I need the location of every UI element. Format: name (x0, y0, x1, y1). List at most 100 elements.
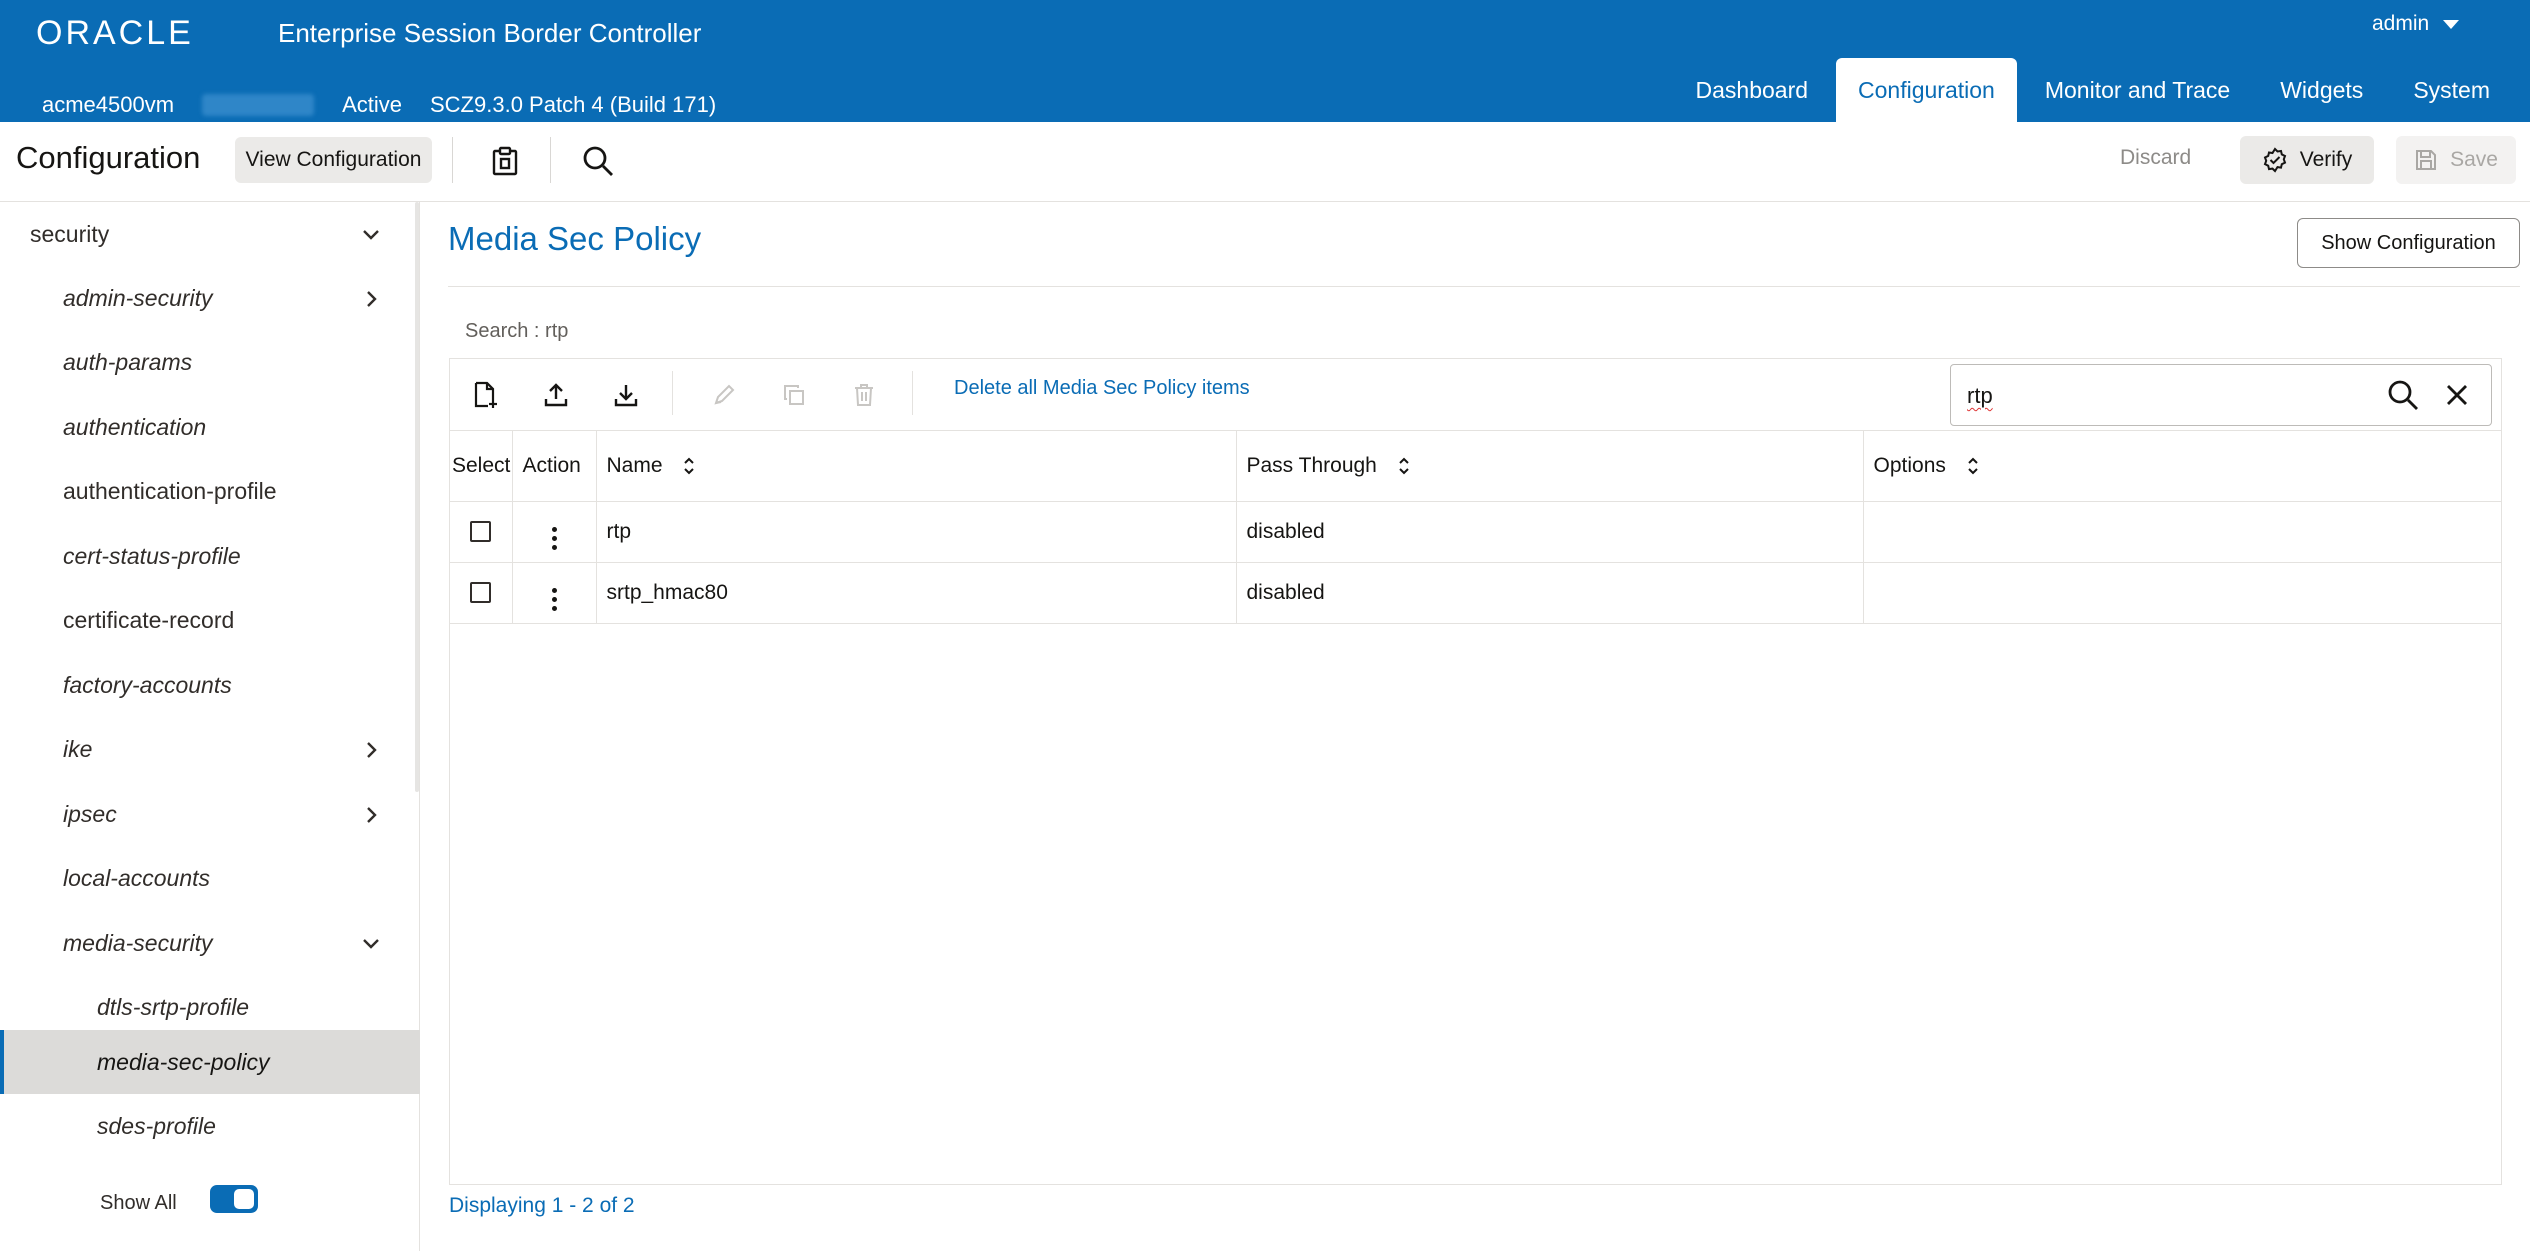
title-divider (448, 286, 2520, 287)
sort-icon[interactable] (1966, 455, 1980, 477)
main-content: Media Sec Policy Show Configuration Sear… (422, 202, 2530, 1251)
sidebar-item-media-security[interactable]: media-security (0, 911, 420, 975)
sidebar-item-label: factory-accounts (63, 671, 232, 698)
toolbar-divider (912, 371, 913, 415)
kebab-menu-icon[interactable] (551, 587, 557, 611)
user-name: admin (2372, 12, 2430, 35)
sort-icon[interactable] (682, 455, 696, 477)
pagination-status: Displaying 1 - 2 of 2 (449, 1194, 635, 1217)
column-pass-through[interactable]: Pass Through (1236, 431, 1864, 502)
column-label: Name (606, 453, 663, 477)
pass-through-cell: disabled (1236, 501, 1864, 563)
user-menu[interactable]: admin (2372, 12, 2460, 36)
table-header-row: Select Action Name Pass Through Options (450, 431, 2501, 502)
select-cell (450, 501, 513, 563)
tab-monitor-and-trace[interactable]: Monitor and Trace (2023, 58, 2252, 122)
section-title: Media Sec Policy (448, 220, 702, 257)
sidebar-item-label: security (30, 220, 110, 247)
main-nav: Dashboard Configuration Monitor and Trac… (1668, 58, 2530, 122)
chevron-right-icon (367, 291, 377, 307)
column-select: Select (450, 431, 513, 502)
sidebar-item-local-accounts[interactable]: local-accounts (0, 846, 420, 910)
verify-label: Verify (2299, 148, 2353, 171)
chevron-right-icon (367, 807, 377, 823)
action-cell (512, 501, 597, 563)
chevron-down-icon (2443, 19, 2460, 29)
delete-icon[interactable] (844, 375, 884, 415)
sidebar-item-label: authentication (63, 413, 207, 440)
gear-check-icon (2263, 147, 2286, 173)
sidebar-item-label: local-accounts (63, 864, 211, 891)
sort-icon[interactable] (1397, 455, 1411, 477)
verify-button[interactable]: Verify (2240, 136, 2374, 184)
tab-widgets[interactable]: Widgets (2258, 58, 2385, 122)
table-row[interactable]: rtp disabled (450, 501, 2501, 563)
show-configuration-button[interactable]: Show Configuration (2297, 218, 2520, 268)
table-search-input[interactable]: rtp (1950, 364, 2492, 426)
sidebar-item-cert-status-profile[interactable]: cert-status-profile (0, 524, 420, 588)
clear-icon[interactable] (2441, 379, 2473, 411)
duplicate-icon[interactable] (774, 375, 814, 415)
chevron-down-icon (363, 939, 379, 949)
search-value: rtp (1967, 383, 1993, 408)
sidebar-item-label: authentication-profile (63, 477, 277, 504)
sidebar-item-security[interactable]: security (0, 202, 420, 266)
pass-through-cell: disabled (1236, 562, 1864, 624)
sidebar-item-authentication[interactable]: authentication (0, 395, 420, 459)
save-button[interactable]: Save (2396, 136, 2516, 184)
delete-all-link[interactable]: Delete all Media Sec Policy items (954, 377, 1250, 400)
svg-text:ORACLE: ORACLE (36, 14, 194, 50)
column-options[interactable]: Options (1863, 431, 2501, 502)
row-checkbox[interactable] (470, 582, 492, 604)
sidebar-item-sdes-profile[interactable]: sdes-profile (0, 1094, 420, 1158)
discard-button[interactable]: Discard (2120, 146, 2191, 170)
sidebar-item-certificate-record[interactable]: certificate-record (0, 588, 420, 652)
sidebar-item-factory-accounts[interactable]: factory-accounts (0, 653, 420, 717)
column-name[interactable]: Name (596, 431, 1237, 502)
toolbar-divider (452, 137, 453, 183)
sidebar-item-ike[interactable]: ike (0, 717, 420, 781)
edit-icon[interactable] (704, 375, 744, 415)
options-cell (1863, 562, 2501, 624)
sidebar-item-ipsec[interactable]: ipsec (0, 782, 420, 846)
device-info: acme4500vm Active SCZ9.3.0 Patch 4 (Buil… (42, 92, 716, 118)
column-label: Pass Through (1246, 453, 1377, 477)
action-cell (512, 562, 597, 624)
view-configuration-button[interactable]: View Configuration (235, 137, 432, 183)
show-all-toggle[interactable] (210, 1185, 258, 1213)
add-icon[interactable] (466, 375, 506, 415)
show-all-label: Show All (100, 1192, 177, 1214)
sidebar-item-admin-security[interactable]: admin-security (0, 266, 420, 330)
sidebar-item-authentication-profile[interactable]: authentication-profile (0, 459, 420, 523)
hostname: acme4500vm (42, 92, 175, 117)
tab-dashboard[interactable]: Dashboard (1674, 58, 1831, 122)
search-breadcrumb: Search : rtp (465, 320, 569, 342)
table-row[interactable]: srtp_hmac80 disabled (450, 562, 2501, 624)
config-toolbar: Configuration View Configuration Discard… (0, 122, 2530, 202)
sidebar-item-auth-params[interactable]: auth-params (0, 330, 420, 394)
table-panel: Delete all Media Sec Policy items rtp Se… (449, 358, 2502, 1185)
toggle-knob (234, 1189, 254, 1209)
clipboard-icon[interactable] (485, 141, 525, 181)
options-cell (1863, 501, 2501, 563)
tab-system[interactable]: System (2391, 58, 2512, 122)
column-action: Action (512, 431, 597, 502)
kebab-menu-icon[interactable] (551, 526, 557, 550)
row-checkbox[interactable] (470, 521, 492, 543)
sidebar-item-label: media-sec-policy (97, 1048, 270, 1075)
device-status: Active (342, 92, 402, 117)
tab-configuration[interactable]: Configuration (1836, 58, 2017, 122)
upload-icon[interactable] (536, 375, 576, 415)
sidebar-item-media-sec-policy[interactable]: media-sec-policy (0, 1030, 420, 1094)
sidebar-item-label: ike (63, 735, 93, 762)
save-icon (2416, 150, 2437, 170)
column-label: Options (1873, 453, 1946, 477)
select-cell (450, 562, 513, 624)
sidebar-item-label: admin-security (63, 284, 213, 311)
search-icon[interactable] (578, 141, 618, 181)
sidebar-item-label: ipsec (63, 800, 117, 827)
ip-address-redacted (202, 94, 315, 116)
name-cell: rtp (596, 501, 1237, 563)
download-icon[interactable] (606, 375, 646, 415)
search-icon[interactable] (2387, 379, 2419, 411)
